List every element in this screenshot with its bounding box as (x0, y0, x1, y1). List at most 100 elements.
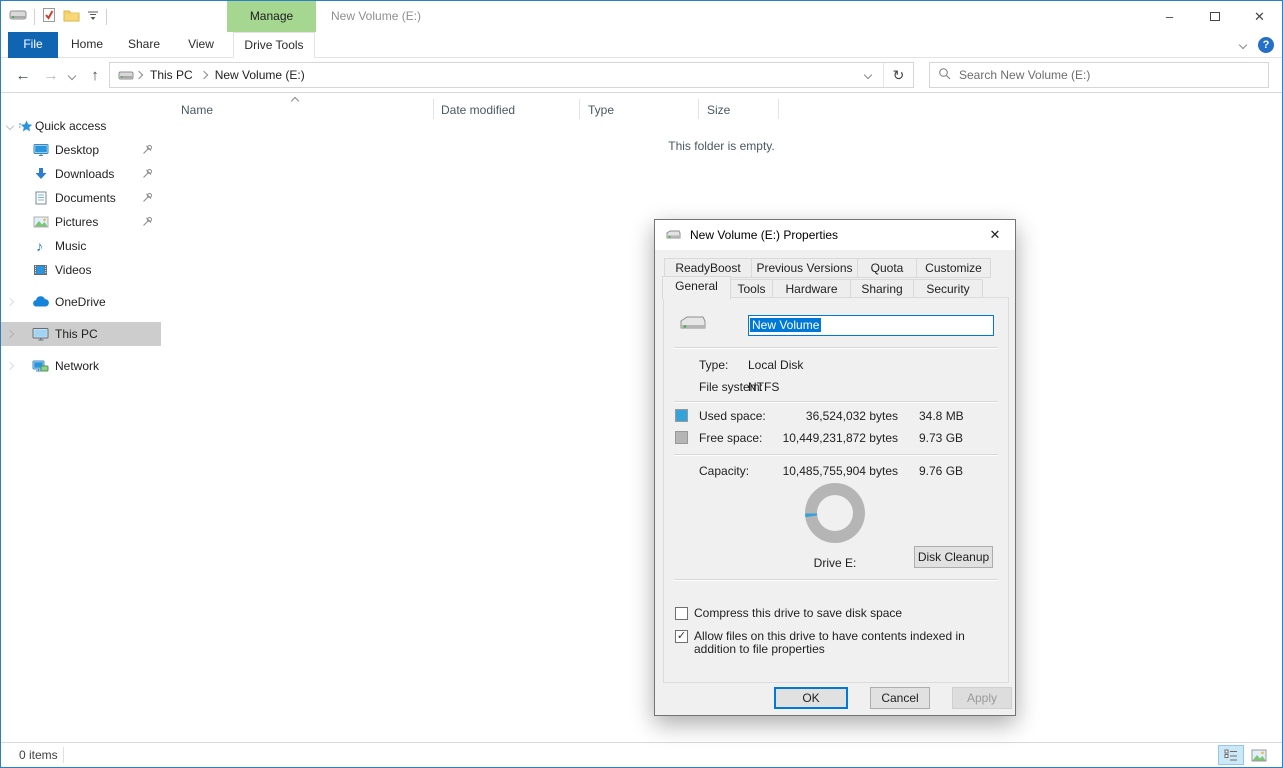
documents-icon (35, 191, 47, 205)
breadcrumb-this-pc[interactable]: This PC (144, 68, 199, 82)
capacity-label: Capacity: (699, 464, 749, 478)
item-count: 0 items (19, 743, 58, 767)
index-checkbox-label[interactable]: Allow files on this drive to have conten… (694, 630, 1006, 656)
back-button[interactable]: ← (11, 58, 35, 93)
navigation-pane: Quick access Desktop Downloads Documents (1, 93, 161, 742)
tab-readyboost[interactable]: ReadyBoost (664, 258, 752, 278)
sidebar-item-documents[interactable]: Documents (1, 186, 161, 210)
sidebar-item-label: Music (55, 239, 86, 253)
tab-security[interactable]: Security (913, 279, 983, 298)
details-view-button[interactable] (1218, 745, 1244, 765)
chevron-down-icon[interactable] (6, 122, 14, 130)
window-title: New Volume (E:) (331, 1, 421, 32)
properties-icon[interactable] (42, 7, 56, 26)
breadcrumb-chevron-icon[interactable] (199, 71, 207, 79)
cancel-button[interactable]: Cancel (870, 687, 930, 709)
expand-ribbon-icon[interactable] (1239, 41, 1247, 49)
used-space-swatch (675, 409, 688, 422)
sidebar-item-videos[interactable]: Videos (1, 258, 161, 282)
help-icon[interactable]: ? (1258, 37, 1274, 53)
sidebar-item-onedrive[interactable]: OneDrive (1, 290, 161, 314)
tab-drive-tools[interactable]: Drive Tools (233, 32, 315, 58)
tab-view[interactable]: View (174, 32, 228, 58)
column-divider[interactable] (579, 99, 580, 119)
dialog-tabs: ReadyBoost Previous Versions Quota Custo… (662, 258, 990, 299)
tab-home[interactable]: Home (61, 32, 113, 58)
close-button[interactable]: ✕ (1237, 1, 1282, 32)
tab-hardware[interactable]: Hardware (772, 279, 851, 298)
disk-usage-donut-chart (805, 483, 865, 543)
large-icons-view-button[interactable] (1246, 745, 1272, 765)
sidebar-item-pictures[interactable]: Pictures (1, 210, 161, 234)
tab-sharing[interactable]: Sharing (850, 279, 914, 298)
explorer-window: Manage New Volume (E:) – ✕ File Home Sha… (0, 0, 1283, 768)
index-checkbox[interactable]: ✓ (675, 630, 688, 643)
separator (674, 347, 998, 349)
column-header-name[interactable]: Name (181, 97, 213, 123)
quick-access-star-icon (18, 119, 33, 134)
tab-tools[interactable]: Tools (730, 279, 773, 298)
tab-share[interactable]: Share (116, 32, 172, 58)
capacity-size: 9.76 GB (919, 464, 963, 478)
separator (674, 454, 998, 456)
sidebar-item-this-pc[interactable]: This PC (1, 322, 161, 346)
column-divider[interactable] (698, 99, 699, 119)
chevron-right-icon[interactable] (6, 298, 14, 306)
sidebar-item-music[interactable]: ♪ Music (1, 234, 161, 258)
column-header-type[interactable]: Type (588, 97, 614, 123)
pin-icon (142, 168, 153, 182)
tab-quota[interactable]: Quota (857, 258, 917, 278)
minimize-button[interactable]: – (1147, 1, 1192, 32)
sidebar-item-label: Videos (55, 263, 91, 277)
sidebar-item-label: Pictures (55, 215, 98, 229)
compress-checkbox[interactable] (675, 607, 688, 620)
titlebar: Manage New Volume (E:) – ✕ (1, 1, 1282, 32)
compress-checkbox-label[interactable]: Compress this drive to save disk space (694, 607, 1006, 620)
sidebar-item-label: Network (55, 359, 99, 373)
tab-file[interactable]: File (8, 32, 58, 58)
donut-hole (817, 495, 853, 531)
column-header-size[interactable]: Size (707, 97, 730, 123)
forward-button[interactable]: → (39, 58, 63, 93)
dialog-titlebar: New Volume (E:) Properties ✕ (655, 220, 1015, 250)
window-controls: – ✕ (1147, 1, 1282, 32)
up-button[interactable]: ↑ (83, 58, 107, 93)
toolbar-separator (106, 9, 107, 25)
address-box[interactable]: This PC New Volume (E:) ↻ (109, 62, 914, 88)
address-dropdown-icon[interactable] (853, 63, 883, 87)
column-divider[interactable] (778, 99, 779, 119)
maximize-button[interactable] (1192, 1, 1237, 32)
drive-letter-label: Drive E: (755, 556, 915, 570)
status-divider (63, 747, 64, 763)
onedrive-cloud-icon (32, 296, 50, 308)
chevron-right-icon[interactable] (6, 362, 14, 370)
sidebar-item-network[interactable]: Network (1, 354, 161, 378)
sidebar-item-downloads[interactable]: Downloads (1, 162, 161, 186)
drive-icon (9, 9, 27, 24)
tab-customize[interactable]: Customize (916, 258, 991, 278)
sidebar-item-desktop[interactable]: Desktop (1, 138, 161, 162)
tab-general[interactable]: General (662, 276, 731, 299)
empty-folder-message: This folder is empty. (161, 139, 1282, 153)
customize-qat-icon[interactable] (87, 9, 99, 24)
recent-locations-icon[interactable] (64, 58, 80, 93)
breadcrumb-new-volume[interactable]: New Volume (E:) (209, 68, 311, 82)
sidebar-item-quick-access[interactable]: Quick access (1, 114, 161, 138)
tab-previous-versions[interactable]: Previous Versions (751, 258, 858, 278)
search-input[interactable] (959, 68, 1260, 82)
free-space-swatch (675, 431, 688, 444)
toolbar-separator (34, 9, 35, 25)
chevron-right-icon[interactable] (6, 330, 14, 338)
ok-button[interactable]: OK (774, 687, 848, 709)
column-header-date-modified[interactable]: Date modified (441, 97, 515, 123)
new-folder-icon[interactable] (63, 8, 80, 25)
breadcrumb-chevron-icon[interactable] (135, 71, 143, 79)
dialog-close-button[interactable]: ✕ (975, 220, 1015, 250)
volume-label-input[interactable]: New Volume (748, 315, 994, 336)
manage-contextual-tab[interactable]: Manage (227, 1, 316, 32)
pictures-icon (33, 216, 49, 228)
refresh-icon[interactable]: ↻ (883, 63, 913, 87)
disk-cleanup-button[interactable]: Disk Cleanup (914, 546, 993, 568)
sort-ascending-icon (291, 97, 299, 105)
column-divider[interactable] (433, 99, 434, 119)
